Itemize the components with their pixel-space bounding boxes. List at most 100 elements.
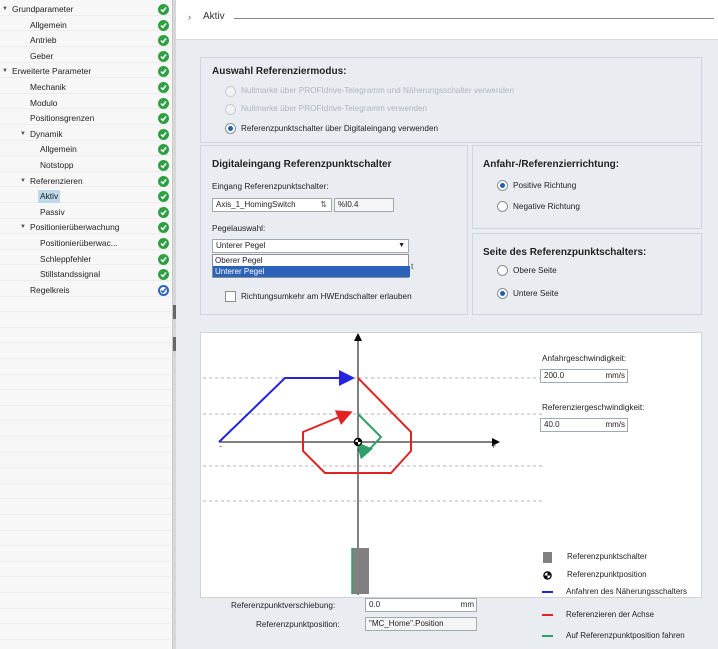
status-ok-icon	[158, 222, 169, 234]
richtung-label-0: Positive Richtung	[513, 181, 577, 190]
modus-radio-2[interactable]	[225, 123, 236, 134]
pegel-select-value: Unterer Pegel	[216, 241, 266, 250]
tree-item-label: Geber	[30, 50, 54, 61]
legend-red-line	[542, 614, 553, 616]
ref-speed-unit: mm/s	[605, 420, 625, 429]
motion-plot: - +	[203, 333, 544, 595]
tag-picker-icon[interactable]: ⇅	[320, 199, 327, 211]
status-ok-icon	[158, 253, 169, 265]
expand-arrow-icon[interactable]: ▼	[2, 2, 8, 18]
tree-item-label: Passiv	[40, 206, 65, 217]
input-address-value: %I0.4	[338, 200, 359, 209]
legend-label-2: Anfahren des Näherungsschalters	[566, 587, 687, 596]
position-field: "MC_Home".Position	[365, 617, 477, 631]
richtungsumkehr-checkbox[interactable]	[225, 291, 236, 302]
richtungsumkehr-label: Richtungsumkehr am HWEndschalter erlaube…	[241, 292, 412, 301]
seite-title: Seite des Referenzpunktschalters:	[483, 247, 647, 258]
tree-item[interactable]: Stillstandssignal	[0, 267, 173, 283]
referencing-diagram: - + Anfahrgeschwindigkeit: 200.0 mm/s Re…	[200, 332, 702, 598]
tree-item[interactable]: ▼ Positionierüberwachung	[0, 220, 173, 236]
tree-item[interactable]: Regelkreis	[0, 283, 173, 299]
tree-item[interactable]: Passiv	[0, 205, 173, 221]
digital-group: Digitaleingang Referenzpunktschalter Ein…	[200, 145, 468, 315]
move-to-reference-path	[356, 413, 383, 460]
seite-radio-0[interactable]	[497, 265, 508, 276]
section-header: › Aktiv	[176, 0, 718, 40]
reference-switch-marker	[352, 548, 369, 594]
tree-item[interactable]: Positionsgrenzen	[0, 111, 173, 127]
tree-item-label: Allgemein	[40, 144, 77, 155]
status-ok-icon	[158, 160, 169, 171]
legend-label-1: Referenzpunktposition	[567, 570, 647, 579]
status-ok-icon	[158, 66, 169, 78]
richtung-radio-1[interactable]	[497, 201, 508, 212]
status-ok-icon	[158, 50, 169, 62]
status-ok-icon	[158, 113, 169, 125]
legend-label-4: Auf Referenzpunktposition fahren	[566, 631, 685, 640]
legend-green-line	[542, 635, 553, 637]
chevron-right-icon[interactable]: ›	[188, 12, 191, 22]
tree-item[interactable]: ▼ Dynamik	[0, 127, 173, 143]
seite-group: Seite des Referenzpunktschalters: Obere …	[472, 233, 702, 315]
modus-label-2: Referenzpunktschalter über Digitaleingan…	[241, 124, 439, 133]
tree-item[interactable]: ▼ Erweiterte Parameter	[0, 64, 173, 80]
modus-radio-1[interactable]	[225, 104, 236, 115]
tree-item[interactable]: Positionierüberwac...	[0, 236, 173, 252]
expand-arrow-icon[interactable]: ▼	[2, 64, 8, 80]
tree-item[interactable]: ▼ Grundparameter	[0, 2, 173, 18]
legend-label-0: Referenzpunktschalter	[567, 552, 648, 561]
anfahr-speed-field[interactable]: 200.0 mm/s	[540, 369, 628, 383]
tree-item[interactable]: Modulo	[0, 96, 173, 112]
input-address-field: %I0.4	[334, 198, 394, 212]
expand-arrow-icon[interactable]: ▼	[20, 127, 26, 143]
tree-item[interactable]: Allgemein	[0, 18, 173, 34]
pegel-option-1[interactable]: Unterer Pegel	[213, 266, 410, 277]
tree-item-label: Grundparameter	[12, 4, 74, 14]
modus-label-1: Nullmarke über PROFIdrive-Telegramm verw…	[241, 104, 428, 113]
axis-minus-label: -	[219, 441, 222, 451]
verschiebung-value: 0.0	[369, 600, 381, 609]
digital-title: Digitaleingang Referenzpunktschalter	[212, 159, 392, 170]
pegel-select[interactable]: Unterer Pegel ▼	[212, 239, 409, 253]
status-ok-icon	[158, 206, 169, 218]
verschiebung-unit: mm	[460, 600, 474, 609]
tree-item[interactable]: Notstopp	[0, 158, 173, 174]
richtung-label-1: Negative Richtung	[513, 202, 580, 211]
anfahr-speed-unit: mm/s	[605, 371, 625, 380]
header-divider	[234, 18, 714, 19]
tree-item[interactable]: Allgemein	[0, 142, 173, 158]
status-ok-icon	[158, 238, 169, 249]
pegel-dropdown-list: Oberer Pegel Unterer Pegel	[212, 254, 410, 278]
tree-item[interactable]: Aktiv	[0, 189, 173, 205]
ref-speed-field[interactable]: 40.0 mm/s	[540, 418, 628, 432]
status-ok-icon	[158, 144, 169, 156]
target-icon	[353, 437, 363, 447]
status-pending-icon	[158, 284, 169, 296]
tree-item[interactable]: Schleppfehler	[0, 252, 173, 268]
expand-arrow-icon[interactable]: ▼	[20, 174, 26, 190]
legend-target-icon	[543, 571, 552, 582]
axis-plus-label: +	[491, 441, 496, 451]
modus-radio-0[interactable]	[225, 86, 236, 97]
status-ok-icon	[158, 175, 169, 187]
tree-item[interactable]: Geber	[0, 49, 173, 65]
position-value: "MC_Home".Position	[369, 619, 444, 628]
pegel-label: Pegelauswahl:	[212, 224, 266, 233]
section-title: Aktiv	[203, 11, 225, 22]
status-ok-icon	[158, 35, 169, 47]
modus-label-0: Nullmarke über PROFIdrive-Telegramm und …	[241, 86, 515, 95]
ref-speed-label: Referenziergeschwindigkeit:	[542, 403, 645, 412]
tree-item[interactable]: Mechanik	[0, 80, 173, 96]
tree-item-label: Dynamik	[30, 128, 63, 139]
tree-item[interactable]: ▼ Referenzieren	[0, 174, 173, 190]
verschiebung-field[interactable]: 0.0 mm	[365, 598, 477, 612]
status-ok-icon	[158, 82, 169, 93]
chevron-down-icon[interactable]: ▼	[398, 240, 405, 252]
input-tag-field[interactable]: Axis_1_HomingSwitch ⇅	[212, 198, 332, 212]
expand-arrow-icon[interactable]: ▼	[20, 220, 26, 236]
tree-item[interactable]: Antrieb	[0, 33, 173, 49]
seite-radio-1[interactable]	[497, 288, 508, 299]
richtung-radio-0[interactable]	[497, 180, 508, 191]
verschiebung-label: Referenzpunktverschiebung:	[231, 601, 336, 610]
pegel-option-0[interactable]: Oberer Pegel	[213, 255, 410, 266]
